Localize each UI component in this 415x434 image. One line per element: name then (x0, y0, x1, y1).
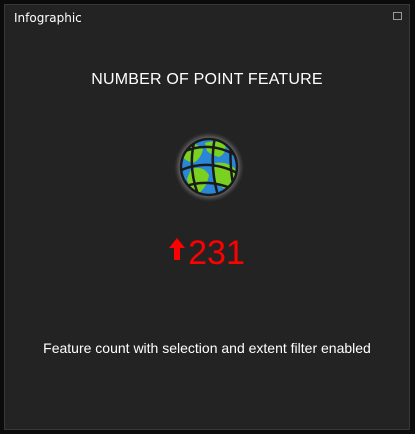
count-row: 231 (5, 233, 409, 273)
panel-titlebar: Infographic (5, 5, 409, 31)
infographic-heading: NUMBER OF POINT FEATURE (91, 71, 323, 88)
feature-count: 231 (188, 234, 245, 272)
footer-description: Feature count with selection and extent … (43, 340, 371, 356)
globe-icon (173, 131, 245, 203)
maximize-icon[interactable] (393, 12, 402, 20)
panel-title: Infographic (14, 11, 82, 25)
infographic-panel: Infographic NUMBER OF POINT FEATURE 231 … (4, 4, 410, 430)
arrow-up-icon (169, 237, 186, 265)
